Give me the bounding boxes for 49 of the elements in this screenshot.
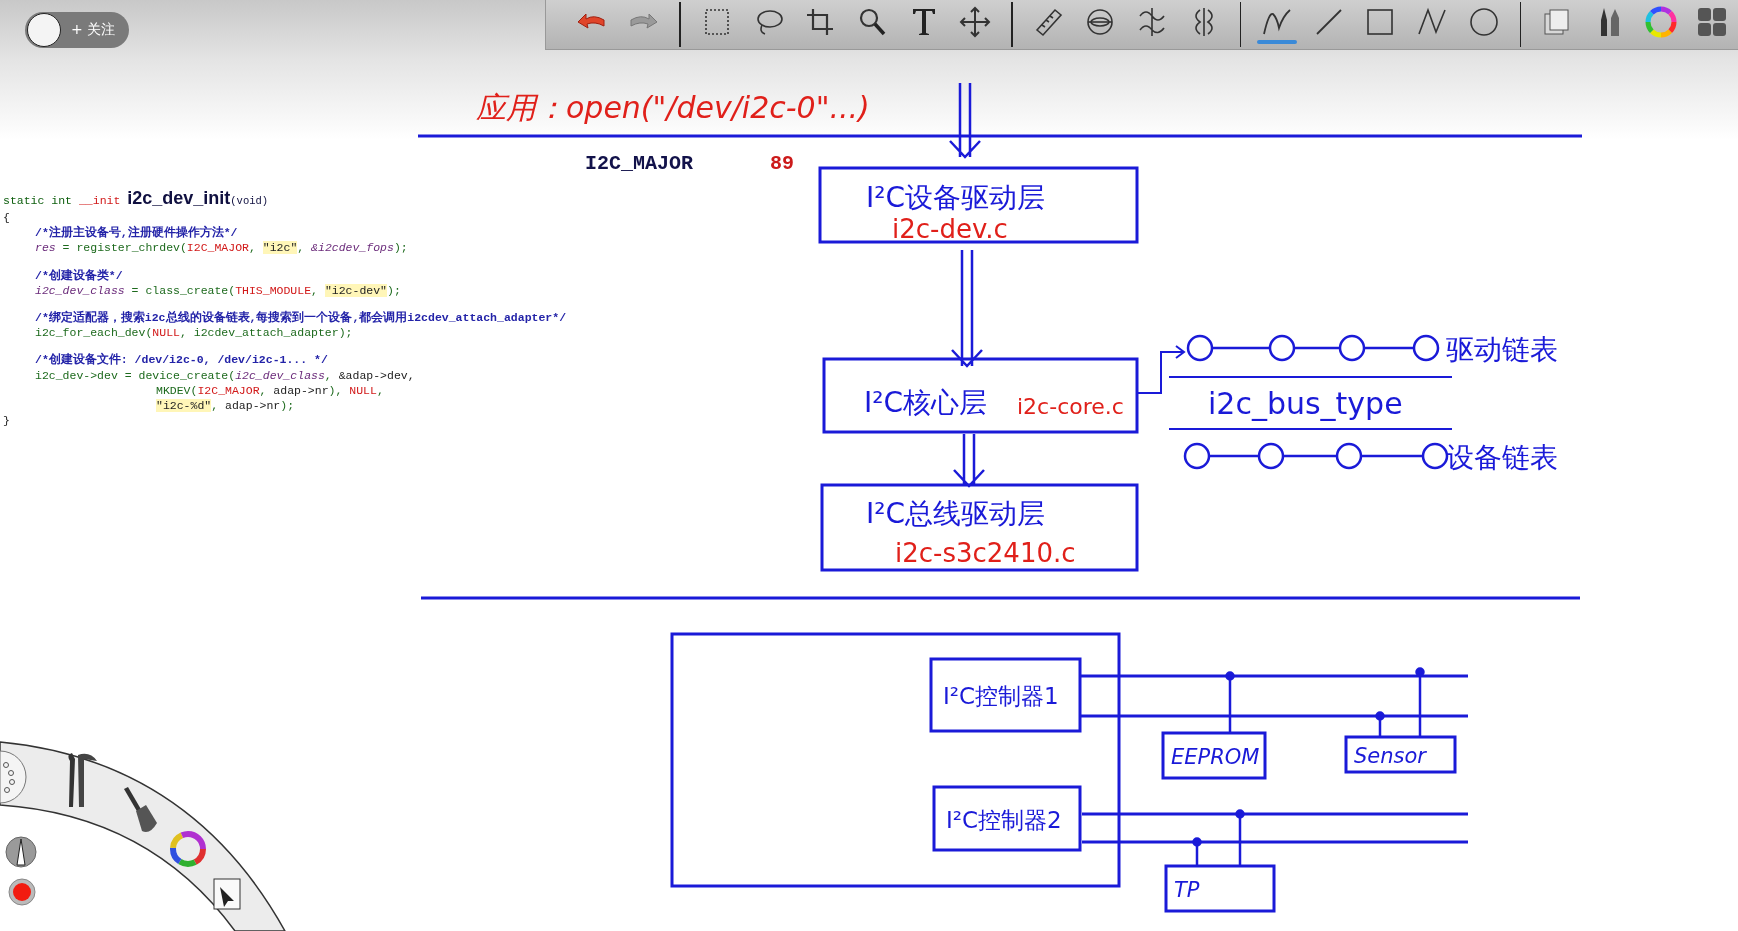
symmetry-icon[interactable] — [1136, 5, 1168, 38]
device-label: EEPROM — [1171, 744, 1260, 769]
constant-value: 89 — [770, 152, 794, 175]
layer-file-name: i2c-core.c — [1017, 394, 1124, 419]
record-button[interactable] — [8, 878, 36, 906]
controller-label: I²C控制器1 — [943, 683, 1059, 709]
tools-icon[interactable] — [68, 753, 97, 807]
cursor-icon[interactable] — [213, 878, 241, 910]
code-line: static int __init i2c_dev_init(void) — [3, 188, 269, 210]
code-line: res = register_chrdev(I2C_MAJOR, "i2c", &i2cdev_fops); — [34, 240, 408, 256]
code-line: } — [3, 413, 10, 429]
grid-icon[interactable] — [1696, 5, 1729, 38]
circle-icon[interactable] — [1467, 5, 1500, 38]
layer-title: I²C核心层 — [864, 386, 988, 419]
follow-button[interactable]: + 关注 — [25, 12, 130, 48]
code-line: i2c_dev_class = class_create(THIS_MODULE, "i2c-dev"); — [34, 282, 401, 298]
list-label: 驱动链表 — [1446, 333, 1558, 366]
code-line: "i2c-%d", adap->nr); — [155, 397, 295, 414]
connector-arrow — [1136, 345, 1186, 394]
double-arrow — [952, 432, 986, 488]
pencil-icon[interactable] — [5, 836, 37, 868]
controller-label: I²C控制器2 — [946, 806, 1062, 833]
bus-connection — [1375, 667, 1425, 737]
code-line: i2c_dev->dev = device_create(i2c_dev_class, &adap->dev, — [34, 367, 415, 383]
dots-ring-icon[interactable] — [0, 750, 27, 804]
bus-connection — [1225, 671, 1235, 733]
code-line: /*绑定适配器，搜索i2c总线的设备链表,每搜索到一个设备,都会调用i2cdev_attach_adapter*/ — [34, 309, 567, 326]
layer-file-name: i2c-s3c2410.c — [895, 538, 1076, 568]
app-call-text: 应用：open("/dev/i2c-0"...) — [476, 90, 870, 125]
bus-type-label: i2c_bus_type — [1208, 386, 1403, 421]
move-icon[interactable] — [959, 5, 992, 38]
code-line: i2c_for_each_dev(NULL, i2cdev_attach_adapter); — [34, 325, 353, 341]
code-line: /*创建设备类*/ — [34, 267, 123, 283]
device-label: TP — [1174, 877, 1200, 902]
color-wheel-icon[interactable] — [170, 831, 206, 867]
list-label: 设备链表 — [1446, 441, 1558, 474]
code-line: MKDEV(I2C_MAJOR, adap->nr), NULL, — [155, 382, 384, 398]
brush-icon[interactable] — [124, 787, 157, 832]
layer-title: I²C总线驱动层 — [866, 497, 1046, 530]
avatar-icon — [27, 13, 61, 47]
color-wheel-icon[interactable] — [1644, 5, 1677, 38]
code-line: /*注册主设备号,注册硬件操作方法*/ — [34, 225, 238, 241]
code-line: /*创建设备文件: /dev/i2c-0, /dev/i2c-1... */ — [34, 352, 328, 368]
layer-title: I²C设备驱动层 — [866, 181, 1046, 214]
bus-connection — [1192, 809, 1245, 866]
code-line: { — [3, 210, 10, 226]
layer-file-name: i2c-dev.c — [892, 214, 1008, 244]
constant-name: I2C_MAJOR — [585, 152, 694, 175]
device-label: Sensor — [1354, 743, 1426, 768]
